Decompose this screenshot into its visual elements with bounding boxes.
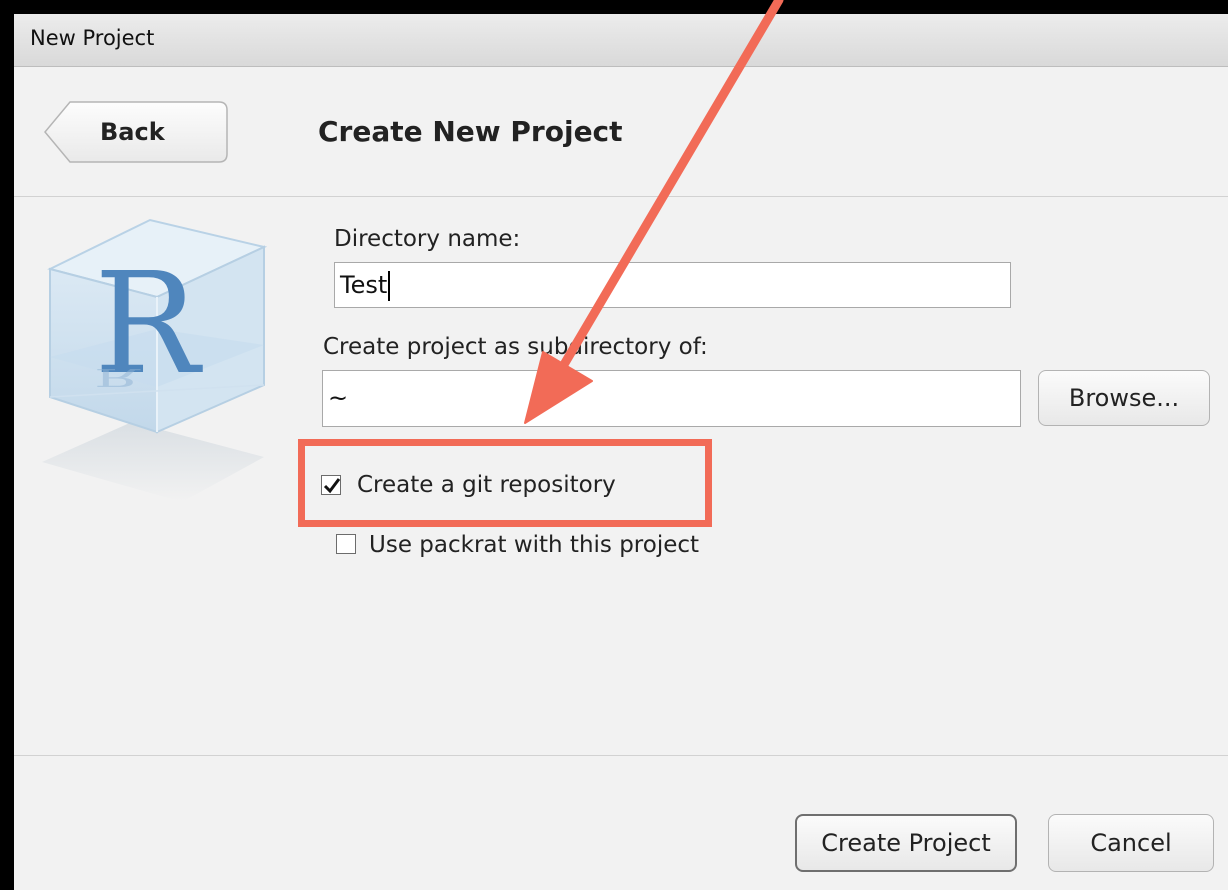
annotation-arrow: [524, 0, 784, 424]
